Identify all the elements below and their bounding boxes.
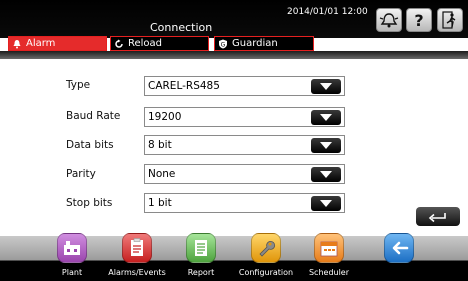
connection-form: Type CAREL-RS485 Baud Rate 19200 Data bi…	[0, 59, 468, 236]
configuration-button[interactable]	[251, 233, 281, 263]
parity-dropdown-button[interactable]	[311, 167, 341, 182]
question-mark-icon: ?	[414, 10, 424, 30]
type-value: CAREL-RS485	[148, 80, 220, 92]
help-button[interactable]: ?	[406, 8, 432, 32]
data-bits-dropdown-button[interactable]	[311, 138, 341, 153]
tab-guardian[interactable]: G Guardian	[214, 36, 314, 51]
type-dropdown-button[interactable]	[311, 79, 341, 94]
chevron-down-icon	[320, 171, 332, 178]
chevron-down-icon	[320, 83, 332, 90]
svg-text:G: G	[221, 41, 226, 48]
tab-guardian-label: Guardian	[232, 38, 278, 49]
stop-bits-select[interactable]: 1 bit	[144, 193, 345, 213]
tab-alarm-label: Alarm	[26, 38, 56, 49]
bell-icon	[13, 39, 21, 48]
alarm-bell-icon	[379, 13, 399, 28]
data-bits-value: 8 bit	[148, 139, 172, 151]
data-bits-select[interactable]: 8 bit	[144, 135, 345, 155]
report-button[interactable]	[186, 233, 216, 263]
scheduler-label: Scheduler	[308, 268, 350, 277]
plant-button[interactable]	[57, 233, 87, 263]
baud-rate-value: 19200	[148, 111, 182, 123]
plant-icon	[64, 241, 80, 255]
alarms-events-icon	[131, 238, 143, 256]
enter-button[interactable]	[416, 207, 460, 226]
type-select[interactable]: CAREL-RS485	[144, 76, 345, 96]
enter-return-icon	[428, 212, 446, 222]
alarm-bell-button[interactable]	[376, 8, 402, 32]
sub-header-bar	[0, 51, 468, 59]
tab-alarm[interactable]: Alarm	[8, 36, 107, 51]
alarms-events-button[interactable]	[122, 233, 152, 263]
tab-reload[interactable]: Reload	[110, 36, 209, 51]
parity-label: Parity	[66, 168, 96, 180]
baud-rate-label: Baud Rate	[66, 110, 121, 122]
stop-bits-dropdown-button[interactable]	[311, 196, 341, 211]
reload-icon	[115, 39, 123, 48]
parity-value: None	[148, 168, 176, 180]
scheduler-button[interactable]	[314, 233, 344, 263]
baud-rate-select[interactable]: 19200	[144, 107, 345, 127]
parity-select[interactable]: None	[144, 164, 345, 184]
chevron-down-icon	[320, 200, 332, 207]
calendar-icon	[320, 241, 338, 257]
back-button[interactable]	[384, 233, 414, 263]
chevron-down-icon	[320, 142, 332, 149]
datetime-display: 2014/01/01 12:00	[287, 7, 368, 17]
top-bar: Connection 2014/01/01 12:00 ?	[0, 0, 468, 38]
person-exit-icon	[442, 11, 456, 29]
data-bits-label: Data bits	[66, 139, 114, 151]
user-exit-button[interactable]	[437, 8, 463, 32]
wrench-icon	[259, 240, 276, 257]
type-label: Type	[66, 79, 91, 91]
page-title: Connection	[150, 21, 213, 34]
report-icon	[195, 240, 207, 256]
stop-bits-label: Stop bits	[66, 197, 113, 209]
chevron-down-icon	[320, 114, 332, 121]
back-arrow-icon	[392, 241, 409, 255]
stop-bits-value: 1 bit	[148, 197, 172, 209]
shield-icon: G	[219, 39, 227, 48]
baud-rate-dropdown-button[interactable]	[311, 110, 341, 125]
tab-reload-label: Reload	[128, 38, 163, 49]
